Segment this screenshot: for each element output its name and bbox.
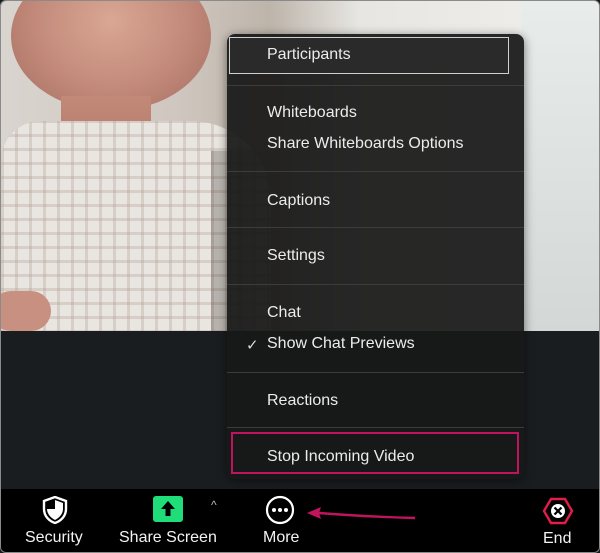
checkmark-icon: ✓ xyxy=(246,337,259,354)
background-window xyxy=(521,1,599,331)
menu-item-chat[interactable]: Chat xyxy=(267,304,301,322)
end-button[interactable]: End xyxy=(537,489,581,552)
menu-divider xyxy=(227,427,524,428)
more-menu: Participants Whiteboards Share Whiteboar… xyxy=(227,34,524,479)
participant-head xyxy=(11,1,211,111)
end-label: End xyxy=(543,530,572,547)
menu-item-participants[interactable]: Participants xyxy=(267,46,351,64)
ellipsis-circle-icon xyxy=(265,495,295,530)
annotation-arrow-icon xyxy=(305,504,417,527)
menu-divider xyxy=(227,171,524,172)
menu-divider xyxy=(227,284,524,285)
participant-hand xyxy=(1,291,51,331)
menu-divider xyxy=(227,227,524,228)
share-screen-button[interactable]: Share Screen xyxy=(117,489,221,552)
share-arrow-up-icon xyxy=(153,496,183,522)
menu-item-stop-incoming-video[interactable]: Stop Incoming Video xyxy=(267,448,414,466)
meeting-window: Participants Whiteboards Share Whiteboar… xyxy=(0,0,600,553)
meeting-toolbar: Security Share Screen ^ More End xyxy=(1,489,599,552)
menu-item-settings[interactable]: Settings xyxy=(267,247,325,265)
menu-divider xyxy=(227,85,524,86)
chevron-up-icon[interactable]: ^ xyxy=(211,498,217,512)
menu-item-whiteboards[interactable]: Whiteboards xyxy=(267,104,357,122)
security-label: Security xyxy=(25,529,83,546)
share-screen-label: Share Screen xyxy=(119,529,217,546)
security-button[interactable]: Security xyxy=(23,489,87,552)
menu-item-show-chat-previews[interactable]: Show Chat Previews xyxy=(267,335,415,353)
menu-item-captions[interactable]: Captions xyxy=(267,192,330,210)
more-label: More xyxy=(263,529,300,546)
close-hexagon-icon xyxy=(542,497,574,530)
more-button[interactable]: More xyxy=(255,489,307,552)
menu-item-share-whiteboards-options[interactable]: Share Whiteboards Options xyxy=(267,135,464,153)
menu-divider xyxy=(227,372,524,373)
menu-item-reactions[interactable]: Reactions xyxy=(267,392,338,410)
shield-icon xyxy=(42,495,68,529)
